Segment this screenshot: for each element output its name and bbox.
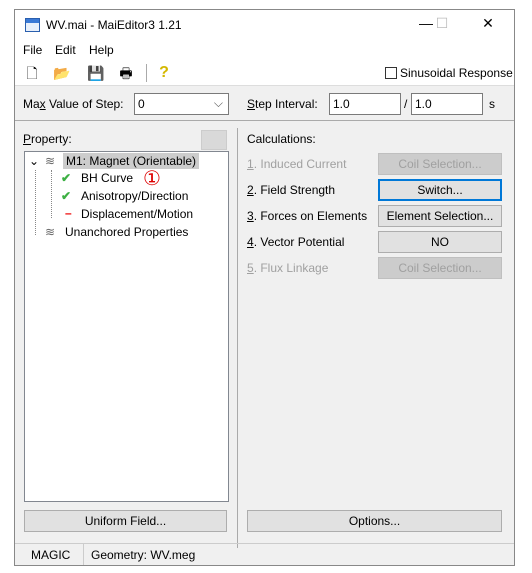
open-folder-icon[interactable]: 📂: [53, 64, 71, 82]
options-button[interactable]: Options...: [247, 510, 502, 532]
window-title: WV.mai - MaiEditor3 1.21: [46, 18, 182, 32]
step-interval-label: Step Interval:: [247, 97, 318, 111]
tree-item-displacement[interactable]: Displacement/Motion: [81, 207, 193, 221]
main-window: WV.mai - MaiEditor3 1.21 — ☐ ✕ File Edit…: [14, 9, 515, 566]
status-bar: MAGIC Geometry: WV.meg: [15, 543, 514, 565]
new-file-icon[interactable]: 🗋: [23, 64, 41, 82]
layers-icon: ≋: [45, 225, 56, 239]
coil-selection-button[interactable]: Coil Selection...: [378, 153, 502, 175]
status-geometry: Geometry: WV.meg: [91, 548, 196, 562]
title-bar: WV.mai - MaiEditor3 1.21 — ☐ ✕: [15, 10, 514, 40]
expand-chevron-icon[interactable]: ⌄: [29, 154, 39, 168]
unit-label: s: [489, 97, 495, 111]
calculations-label: Calculations:: [247, 132, 316, 146]
calc-flux-linkage[interactable]: 5. Flux Linkage: [247, 261, 328, 275]
property-label: Property:: [23, 132, 72, 146]
check-icon: ✔: [61, 189, 72, 203]
sinusoidal-label: Sinusoidal Response: [400, 66, 513, 80]
maximize-button[interactable]: ☐: [427, 15, 457, 32]
menu-bar: File Edit Help: [15, 40, 514, 60]
toolbar-separator: [146, 64, 147, 82]
chevron-down-icon: ⌵: [213, 96, 223, 110]
calc-forces-on-elements[interactable]: 3. Forces on Elements: [247, 209, 367, 223]
property-tree[interactable]: ⌄ ≋ M1: Magnet (Orientable) ✔ BH Curve ①…: [24, 151, 229, 502]
tree-item-anisotropy[interactable]: Anisotropy/Direction: [81, 189, 188, 203]
flux-coil-selection-button[interactable]: Coil Selection...: [378, 257, 502, 279]
toolbar: 🗋 📂 💾 🖶 ? Sinusoidal Response: [15, 60, 514, 86]
close-button[interactable]: ✕: [473, 15, 503, 32]
check-icon: ✔: [61, 171, 72, 185]
calc-induced-current[interactable]: 1. Induced Current: [247, 157, 346, 171]
element-selection-button[interactable]: Element Selection...: [378, 205, 502, 227]
menu-help[interactable]: Help: [89, 43, 114, 57]
tree-item-unanchored[interactable]: Unanchored Properties: [65, 225, 188, 239]
uniform-field-button[interactable]: Uniform Field...: [24, 510, 227, 532]
max-step-select[interactable]: 0 ⌵: [134, 93, 229, 115]
vector-potential-toggle[interactable]: NO: [378, 231, 502, 253]
help-icon[interactable]: ?: [155, 64, 173, 82]
tree-item-bh-curve[interactable]: BH Curve: [81, 171, 133, 185]
calc-vector-potential[interactable]: 4. Vector Potential: [247, 235, 344, 249]
step-denominator-input[interactable]: 1.0: [411, 93, 483, 115]
dash-icon: –: [65, 206, 72, 220]
panel-divider: [237, 128, 238, 548]
sinusoidal-checkbox[interactable]: [385, 67, 397, 79]
print-icon[interactable]: 🖶: [117, 64, 135, 82]
app-icon: [25, 18, 40, 32]
menu-file[interactable]: File: [23, 43, 42, 57]
list-view-button[interactable]: [201, 130, 227, 150]
divider: /: [404, 97, 408, 111]
status-mode: MAGIC: [31, 548, 71, 562]
layers-icon: ≋: [45, 154, 56, 168]
annotation-marker: ①: [143, 168, 161, 190]
step-bar: Max Value of Step: 0 ⌵ Step Interval: 1.0…: [15, 87, 514, 121]
tree-root-magnet[interactable]: M1: Magnet (Orientable): [63, 153, 200, 169]
calc-field-strength[interactable]: 2. Field Strength: [247, 183, 335, 197]
switch-button[interactable]: Switch...: [378, 179, 502, 201]
max-step-label: Max Value of Step:: [23, 97, 124, 111]
menu-edit[interactable]: Edit: [55, 43, 76, 57]
step-interval-input[interactable]: 1.0: [329, 93, 401, 115]
save-icon[interactable]: 💾: [87, 64, 105, 82]
